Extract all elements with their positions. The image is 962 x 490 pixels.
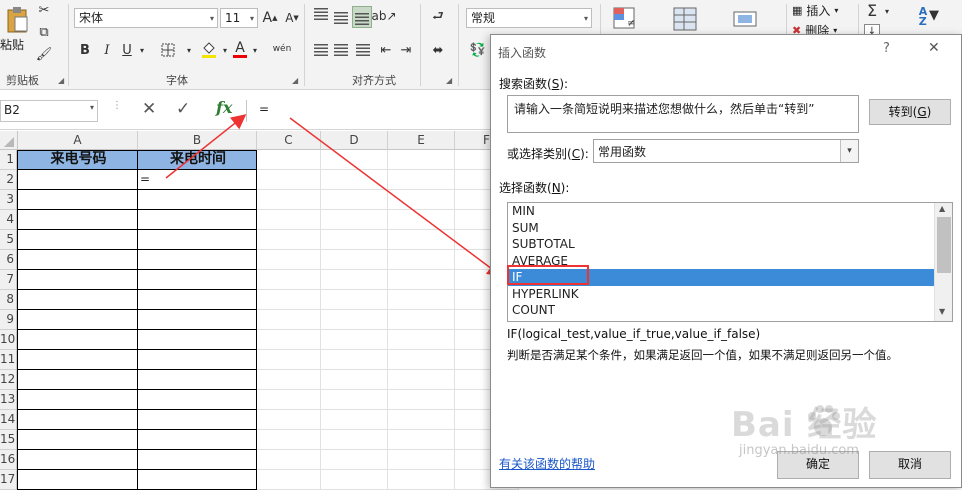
function-list-item[interactable]: COUNT <box>508 302 934 319</box>
category-value: 常用函数 <box>598 145 647 159</box>
function-list[interactable]: MIN SUM SUBTOTAL AVERAGE IF HYPERLINK COUNT ▲ … <box>507 202 953 322</box>
function-list-item[interactable]: SUM <box>508 220 934 237</box>
cancel-button[interactable]: 取消 <box>869 451 951 479</box>
category-label: 或选择类别(C): <box>507 147 589 161</box>
select-function-label: 选择函数(N): <box>499 181 570 195</box>
category-select[interactable]: 常用函数 ▾ <box>593 139 859 163</box>
search-label: 搜索函数(S): <box>499 77 569 91</box>
chevron-down-icon[interactable]: ▾ <box>840 140 858 162</box>
arrow-to-formula-bar <box>165 114 247 179</box>
help-icon[interactable]: ? <box>883 41 890 56</box>
function-list-item[interactable]: SUBTOTAL <box>508 236 934 253</box>
function-signature: IF(logical_test,value_if_true,value_if_f… <box>507 327 761 341</box>
function-list-scrollbar[interactable]: ▲ ▼ <box>934 203 952 321</box>
if-highlight-box <box>507 265 589 285</box>
watermark-url: jingyan.baidu.com <box>739 443 859 458</box>
function-list-item[interactable]: MIN <box>508 203 934 220</box>
scroll-down-icon[interactable]: ▼ <box>939 307 945 316</box>
scroll-up-icon[interactable]: ▲ <box>939 204 945 213</box>
dialog-title: 插入函数 <box>498 46 547 60</box>
function-description: 判断是否满足某个条件，如果满足返回一个值，如果不满足则返回另一个值。 <box>507 348 898 362</box>
search-input[interactable]: 请输入一条简短说明来描述您想做什么，然后单击“转到” <box>507 95 859 133</box>
insert-function-dialog: 插入函数 ? ✕ 搜索函数(S): 请输入一条简短说明来描述您想做什么，然后单击… <box>490 34 962 488</box>
goto-button[interactable]: 转到(G) <box>869 99 951 125</box>
arrow-to-if-function <box>289 117 503 277</box>
close-button[interactable]: ✕ <box>928 40 940 56</box>
function-help-link[interactable]: 有关该函数的帮助 <box>499 455 595 472</box>
function-list-item[interactable]: HYPERLINK <box>508 286 934 303</box>
baidu-paw-icon <box>808 405 840 436</box>
scrollbar-thumb[interactable] <box>937 217 951 273</box>
